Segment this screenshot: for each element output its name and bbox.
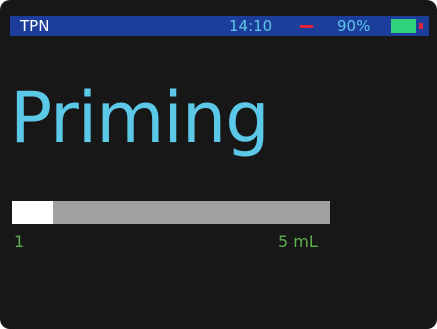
status-bar: TPN 14:10 90% bbox=[10, 16, 429, 36]
alarm-indicator-icon bbox=[300, 25, 313, 28]
progress-min-label: 1 bbox=[14, 232, 25, 251]
status-clock: 14:10 bbox=[229, 17, 273, 35]
progress-max-label: 5 mL bbox=[278, 232, 318, 251]
battery-percent: 90% bbox=[337, 17, 371, 35]
device-frame: TPN 14:10 90% Priming 1 5 mL bbox=[0, 0, 437, 329]
app-name: TPN bbox=[20, 17, 50, 35]
priming-progress-fill bbox=[12, 201, 54, 224]
battery-level-fill bbox=[391, 19, 417, 33]
priming-progress-bar bbox=[12, 201, 330, 224]
battery-tip bbox=[419, 23, 423, 29]
device-screen: TPN 14:10 90% Priming 1 5 mL bbox=[10, 16, 429, 317]
page-title: Priming bbox=[10, 77, 270, 159]
battery-icon bbox=[391, 19, 423, 33]
